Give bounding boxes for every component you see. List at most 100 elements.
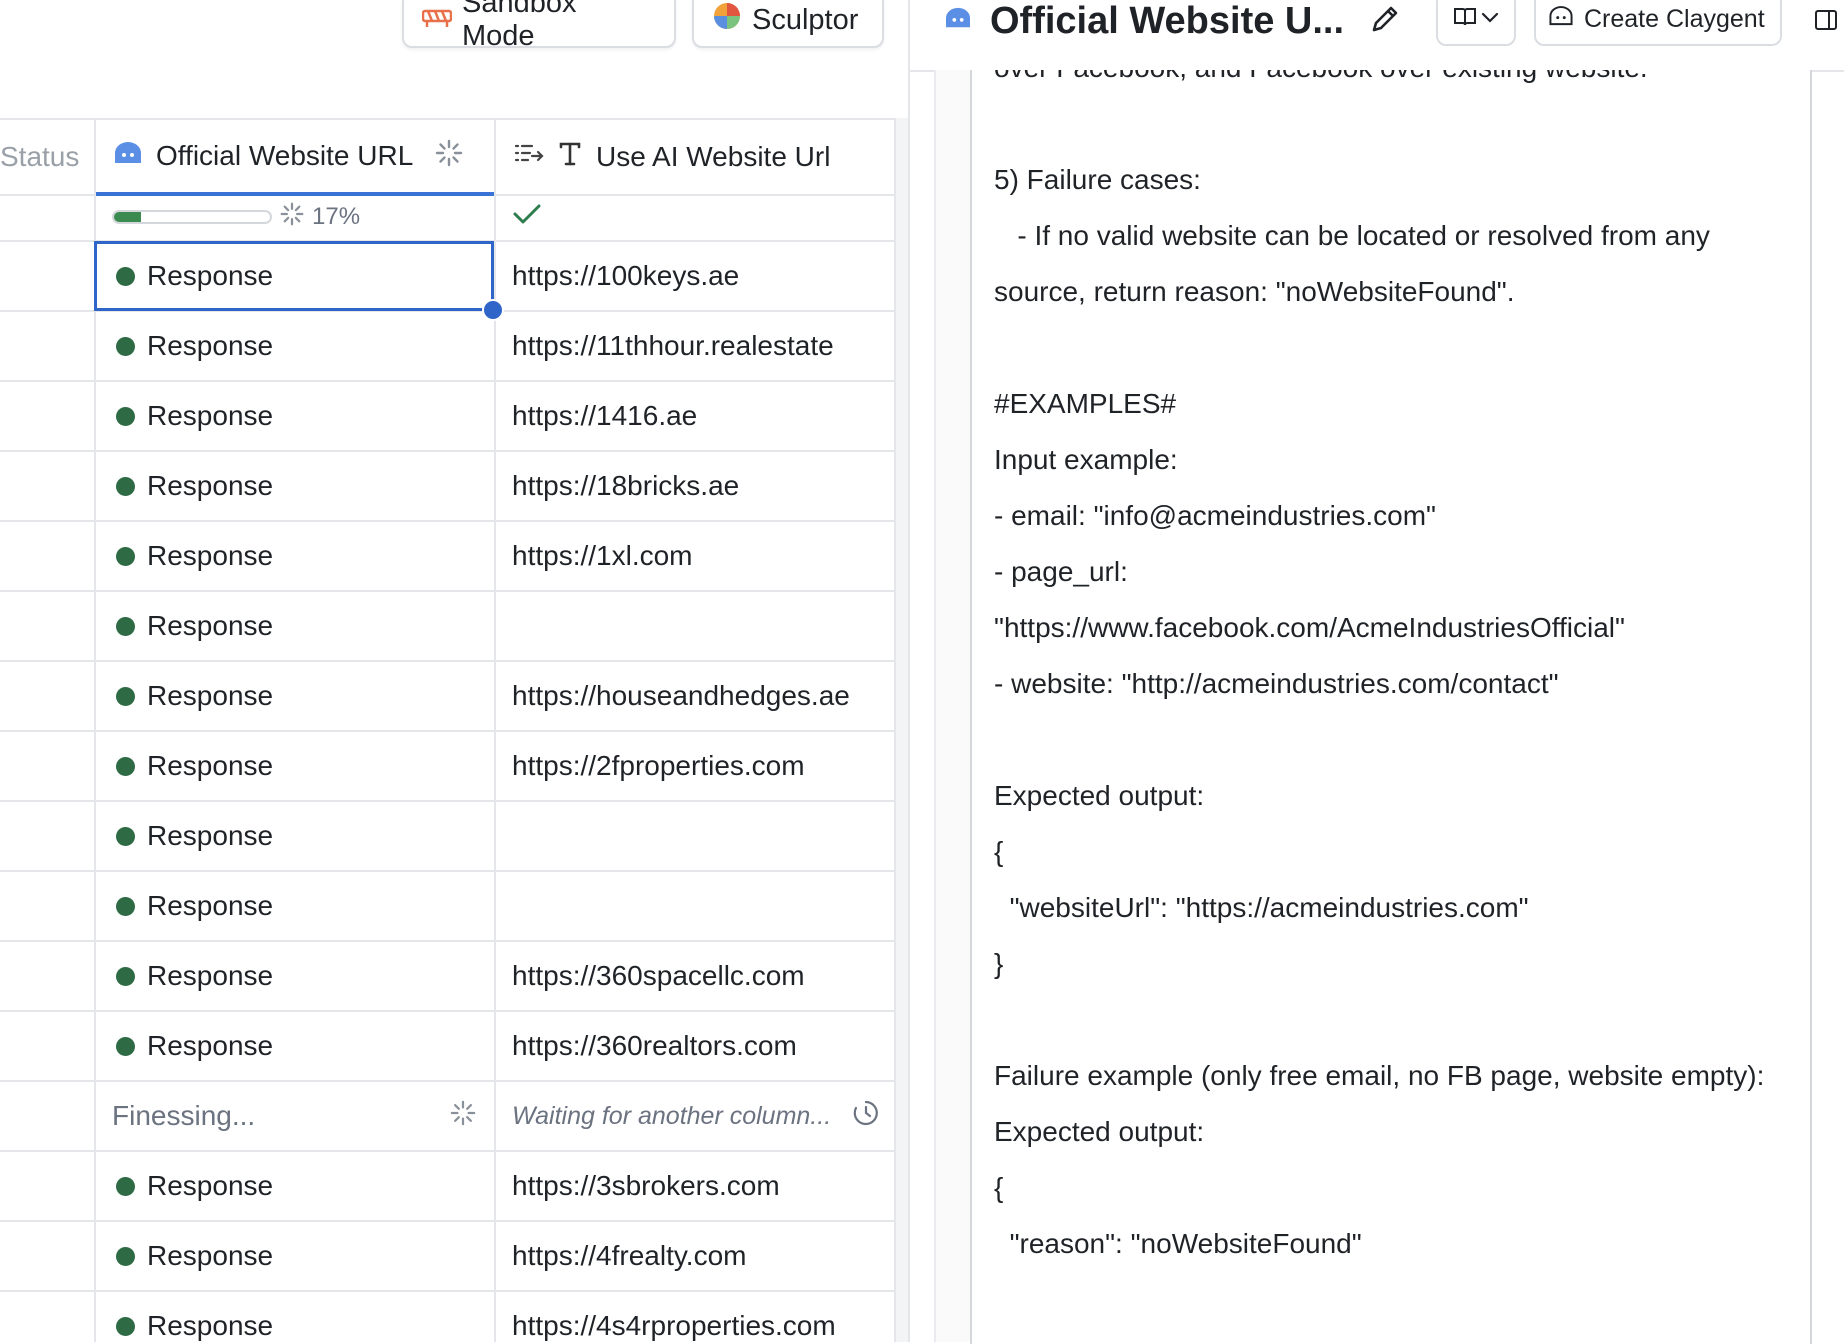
cell-response-text: Response <box>147 890 274 921</box>
column-header-status[interactable]: Status <box>0 120 94 194</box>
official-website-cell[interactable]: Response <box>94 382 494 450</box>
use-ai-website-cell[interactable]: https://100keys.ae <box>494 242 894 310</box>
official-website-cell[interactable]: Response <box>94 1222 494 1290</box>
use-ai-website-cell[interactable]: https://2fproperties.com <box>494 732 894 800</box>
status-dot-icon <box>116 1316 135 1336</box>
column-header-official-website-label: Official Website URL <box>156 140 414 171</box>
cell-response-text: Response <box>147 750 274 781</box>
cell-response-text: Response <box>147 820 274 851</box>
official-website-cell[interactable]: Response <box>94 242 494 310</box>
loading-spinner-icon <box>450 1100 476 1133</box>
table-row: Response https://360realtors.com <box>0 1012 894 1082</box>
cell-status-text: Finessing... <box>112 1100 256 1131</box>
table-row: Response https://11thhour.realestate <box>0 312 894 382</box>
cell-response-text: Response <box>147 1030 274 1061</box>
official-website-cell[interactable]: Response <box>94 592 494 660</box>
official-website-cell[interactable]: Response <box>94 872 494 940</box>
data-grid: Status Official Website URL Use AI Websi <box>0 118 908 1342</box>
book-icon <box>1453 6 1477 33</box>
table-row: Response https://4s4rproperties.com <box>0 1292 894 1342</box>
use-ai-website-cell[interactable] <box>494 802 894 870</box>
create-claygent-button[interactable]: Create Claygent <box>1534 0 1782 46</box>
official-website-cell[interactable]: Response <box>94 662 494 730</box>
cell-url-text: https://11thhour.realestate <box>512 330 834 361</box>
use-ai-website-cell[interactable]: https://houseandhedges.ae <box>494 662 894 730</box>
status-dot-icon <box>116 1036 135 1056</box>
official-website-cell[interactable]: Response <box>94 1012 494 1080</box>
cell-url-text: https://360spacellc.com <box>512 960 805 991</box>
official-website-cell[interactable]: Response <box>94 312 494 380</box>
progress-percent: 17% <box>312 203 361 230</box>
use-ai-complete-cell <box>494 194 894 240</box>
use-ai-website-cell[interactable] <box>494 592 894 660</box>
cell-url-text: https://18bricks.ae <box>512 470 740 501</box>
claygent-icon <box>943 6 973 35</box>
text-type-icon <box>558 141 582 174</box>
use-ai-website-cell[interactable]: https://360spacellc.com <box>494 942 894 1010</box>
table-row: Response https://2fproperties.com <box>0 732 894 802</box>
table-row: Response https://360spacellc.com <box>0 942 894 1012</box>
cell-url-text: https://4frealty.com <box>512 1240 747 1271</box>
table-scrollbar[interactable] <box>894 118 908 1342</box>
claygent-outline-icon <box>1548 5 1574 34</box>
progress-fill <box>114 212 141 222</box>
cell-url-text: https://100keys.ae <box>512 260 740 291</box>
table-row: Response <box>0 802 894 872</box>
use-ai-website-cell[interactable]: https://360realtors.com <box>494 1012 894 1080</box>
cell-response-text: Response <box>147 610 274 641</box>
use-ai-website-cell[interactable]: https://1xl.com <box>494 522 894 590</box>
use-ai-website-cell[interactable]: https://1416.ae <box>494 382 894 450</box>
column-header-use-ai-website-url[interactable]: Use AI Website Url <box>494 120 894 194</box>
progress-cell: 17% <box>94 194 494 240</box>
edit-pencil-icon[interactable] <box>1368 2 1402 41</box>
docs-dropdown-button[interactable] <box>1436 0 1516 46</box>
loading-spinner-icon <box>435 139 463 174</box>
status-dot-icon <box>116 616 135 636</box>
official-website-cell[interactable]: Response <box>94 942 494 1010</box>
status-dot-icon <box>116 476 135 496</box>
prompt-text[interactable]: over Facebook, and Facebook over existin… <box>994 70 1790 1272</box>
prompt-editor[interactable]: over Facebook, and Facebook over existin… <box>970 70 1812 1344</box>
cell-response-text: Response <box>147 680 274 711</box>
cell-url-text: https://houseandhedges.ae <box>512 680 850 711</box>
column-header-official-website-url[interactable]: Official Website URL <box>94 120 494 196</box>
status-dot-icon <box>116 336 135 356</box>
panel-toggle-icon[interactable] <box>1814 8 1838 37</box>
checkmark-icon <box>512 201 542 233</box>
use-ai-website-cell[interactable]: https://4frealty.com <box>494 1222 894 1290</box>
cell-response-text: Response <box>147 1170 274 1201</box>
cell-response-text: Response <box>147 330 274 361</box>
column-detail-panel: Official Website U... Create Claygent ov… <box>908 0 1844 1344</box>
cell-response-text: Response <box>147 400 274 431</box>
use-ai-website-cell[interactable] <box>494 872 894 940</box>
use-ai-website-cell[interactable]: https://11thhour.realestate <box>494 312 894 380</box>
detail-header: Official Website U... Create Claygent <box>910 0 1844 72</box>
sandbox-icon <box>421 4 453 37</box>
create-claygent-label: Create Claygent <box>1584 4 1765 33</box>
sandbox-mode-button[interactable]: Sandbox Mode <box>402 0 676 52</box>
table-row: Response <box>0 592 894 662</box>
cell-response-text: Response <box>147 470 274 501</box>
cell-response-text: Response <box>147 540 274 571</box>
table-row: Response https://18bricks.ae <box>0 452 894 522</box>
progress-row: 17% <box>0 194 894 242</box>
official-website-cell[interactable]: Response <box>94 1292 494 1342</box>
detail-title: Official Website U... <box>990 0 1345 42</box>
official-website-cell[interactable]: Response <box>94 732 494 800</box>
sculptor-button[interactable]: Sculptor <box>692 0 884 48</box>
official-website-cell[interactable]: Response <box>94 452 494 520</box>
use-ai-website-cell[interactable]: Waiting for another column... <box>494 1082 894 1150</box>
cell-response-text: Response <box>147 260 274 291</box>
use-ai-website-cell[interactable]: https://4s4rproperties.com <box>494 1292 894 1342</box>
official-website-cell[interactable]: Response <box>94 802 494 870</box>
official-website-cell[interactable]: Response <box>94 522 494 590</box>
official-website-cell[interactable]: Finessing... <box>94 1082 494 1150</box>
progress-bar <box>112 210 272 224</box>
official-website-cell[interactable]: Response <box>94 1152 494 1220</box>
cell-response-text: Response <box>147 1310 274 1341</box>
use-ai-website-cell[interactable]: https://18bricks.ae <box>494 452 894 520</box>
status-dot-icon <box>116 686 135 706</box>
formula-icon <box>514 141 544 173</box>
cell-url-text: https://360realtors.com <box>512 1030 797 1061</box>
use-ai-website-cell[interactable]: https://3sbrokers.com <box>494 1152 894 1220</box>
